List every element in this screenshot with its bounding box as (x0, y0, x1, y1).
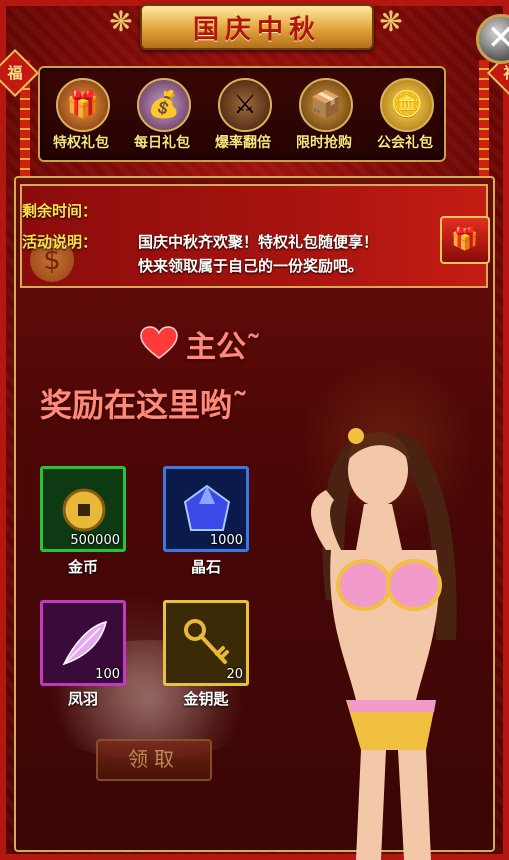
cloud-ornament-left-icon: ❋ (109, 5, 133, 38)
gift-box-icon: 🎁 (56, 78, 110, 132)
tab-label: 特权礼包 (53, 135, 109, 151)
reward-quantity: 500000 (70, 533, 120, 548)
greeting-line-2: 奖励在这里哟˜ (40, 386, 249, 424)
tab-daily-pack[interactable]: 💰 每日礼包 (123, 74, 201, 156)
event-desc-line-1: 国庆中秋齐欢聚！特权礼包随便享！ (138, 233, 379, 251)
reward-slot-gold-coin[interactable]: 500000 (40, 466, 126, 552)
reward-slot-crystal[interactable]: 1000 (163, 466, 249, 552)
tab-guild-pack[interactable]: 🪙 公会礼包 (366, 74, 444, 156)
reward-slot-phoenix-feather[interactable]: 100 (40, 600, 126, 686)
reward-quantity: 1000 (209, 533, 243, 548)
event-desc-line-2: 快来领取属于自己的一份奖励吧。 (138, 257, 364, 275)
heart-icon (140, 326, 178, 359)
page-title: 国庆中秋 (192, 14, 321, 45)
greeting-line-1: 主公˜ (186, 330, 261, 365)
event-desc-label: 活动说明： (22, 233, 98, 251)
gold-ingot-icon: 🪙 (380, 78, 434, 132)
tab-label: 每日礼包 (134, 135, 190, 151)
tab-label: 爆率翻倍 (215, 135, 271, 151)
event-tab-bar: 🎁 特权礼包 💰 每日礼包 ⚔ 爆率翻倍 📦 限时抢购 🪙 公会礼包 (38, 66, 446, 162)
reward-name: 金币 (67, 558, 98, 576)
reward-quantity: 100 (95, 667, 120, 682)
reward-slot-golden-key[interactable]: 20 (163, 600, 249, 686)
reward-name: 晶石 (190, 558, 221, 576)
remaining-time-label: 剩余时间： (22, 202, 98, 220)
tab-drop-rate-double[interactable]: ⚔ 爆率翻倍 (204, 74, 282, 156)
tab-privilege-pack[interactable]: 🎁 特权礼包 (42, 74, 120, 156)
claim-button[interactable]: 领取 (96, 739, 212, 781)
reward-quantity: 20 (226, 667, 243, 682)
firecracker-right-decoration (479, 60, 489, 180)
tab-label: 公会礼包 (377, 135, 433, 151)
tab-limited-sale[interactable]: 📦 限时抢购 (285, 74, 363, 156)
treasure-bag-icon: 💰 (137, 78, 191, 132)
treasure-chest-icon: 📦 (299, 78, 353, 132)
event-screen: 福 福 ❋ ❋ 国庆中秋 ✕ 🎁 特权礼包 💰 每日礼包 ⚔ 爆率翻倍 📦 限时… (0, 0, 509, 860)
title-plate: 国庆中秋 (140, 4, 374, 50)
reward-name: 凤羽 (67, 690, 98, 708)
character-illustration (311, 428, 457, 860)
warrior-icon: ⚔ (218, 78, 272, 132)
reward-name: 金钥匙 (183, 690, 229, 708)
tab-label: 限时抢购 (296, 135, 352, 151)
gift-deco-icon: 🎁 (440, 216, 490, 264)
